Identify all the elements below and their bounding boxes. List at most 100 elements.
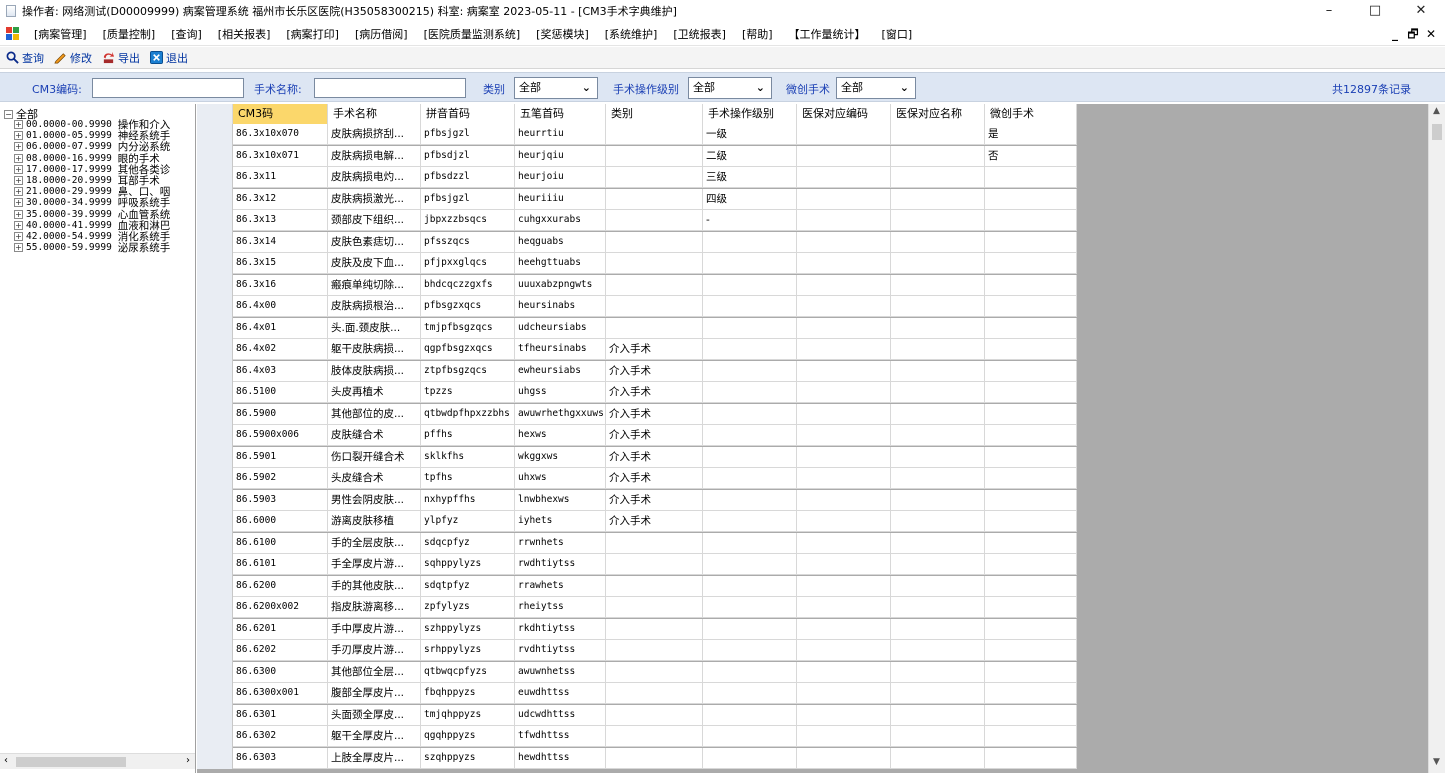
table-cell[interactable] <box>703 726 797 747</box>
table-cell[interactable] <box>606 231 703 253</box>
table-cell[interactable]: 86.6101 <box>233 554 328 575</box>
mdi-close-button[interactable]: ✕ <box>1422 22 1440 46</box>
menu-item-4[interactable]: [病案打印] <box>278 26 347 42</box>
column-header-2[interactable]: 拼音首码 <box>421 104 515 124</box>
table-cell[interactable] <box>891 661 985 683</box>
table-cell[interactable]: 86.5100 <box>233 382 328 403</box>
table-cell[interactable]: 一级 <box>703 124 797 145</box>
table-cell[interactable]: hexws <box>515 425 606 446</box>
table-cell[interactable] <box>985 382 1077 403</box>
table-cell[interactable]: 介入手术 <box>606 425 703 446</box>
table-cell[interactable]: 手中厚皮片游... <box>328 618 421 640</box>
mdi-restore-button[interactable]: 🗗 <box>1404 22 1422 46</box>
table-cell[interactable]: 86.3x15 <box>233 253 328 274</box>
table-cell[interactable]: pfbsdzzl <box>421 167 515 188</box>
table-cell[interactable] <box>797 167 891 188</box>
table-cell[interactable] <box>797 382 891 403</box>
table-cell[interactable] <box>703 575 797 597</box>
table-cell[interactable] <box>703 532 797 554</box>
table-cell[interactable]: srhppylyzs <box>421 640 515 661</box>
table-cell[interactable] <box>606 554 703 575</box>
table-cell[interactable]: rrawhets <box>515 575 606 597</box>
table-cell[interactable] <box>891 511 985 532</box>
table-cell[interactable] <box>797 231 891 253</box>
menu-item-11[interactable]: 【工作量统计】 <box>781 26 874 42</box>
table-cell[interactable]: pfsszqcs <box>421 231 515 253</box>
table-cell[interactable] <box>985 747 1077 769</box>
table-cell[interactable] <box>891 317 985 339</box>
table-cell[interactable] <box>606 317 703 339</box>
table-cell[interactable]: 上肢全厚皮片... <box>328 747 421 769</box>
table-cell[interactable] <box>797 124 891 145</box>
table-cell[interactable]: 86.6000 <box>233 511 328 532</box>
table-cell[interactable]: heqguabs <box>515 231 606 253</box>
table-cell[interactable] <box>985 360 1077 382</box>
table-cell[interactable]: 86.6200 <box>233 575 328 597</box>
table-cell[interactable] <box>606 532 703 554</box>
table-cell[interactable]: ylpfyz <box>421 511 515 532</box>
table-cell[interactable]: 86.6303 <box>233 747 328 769</box>
table-cell[interactable]: 86.3x16 <box>233 274 328 296</box>
table-cell[interactable]: 86.5902 <box>233 468 328 489</box>
minimal-select[interactable]: 全部 ⌄ <box>836 77 916 99</box>
table-cell[interactable] <box>797 188 891 210</box>
menu-item-1[interactable]: [质量控制] <box>95 26 164 42</box>
table-cell[interactable]: qtbwdpfhpxzzbhs <box>421 403 515 425</box>
table-cell[interactable] <box>703 640 797 661</box>
menu-item-6[interactable]: [医院质量监测系统] <box>416 26 529 42</box>
collapse-icon[interactable]: − <box>4 109 13 119</box>
table-cell[interactable]: bhdcqczzgxfs <box>421 274 515 296</box>
table-cell[interactable] <box>797 468 891 489</box>
table-cell[interactable]: tpfhs <box>421 468 515 489</box>
table-cell[interactable]: 介入手术 <box>606 468 703 489</box>
column-header-0[interactable]: CM3码 <box>233 104 328 124</box>
table-cell[interactable] <box>891 124 985 145</box>
table-cell[interactable]: 颈部皮下组织... <box>328 210 421 231</box>
table-cell[interactable] <box>797 360 891 382</box>
table-cell[interactable]: 其他部位的皮... <box>328 403 421 425</box>
table-cell[interactable] <box>891 167 985 188</box>
table-cell[interactable]: heurjqiu <box>515 145 606 167</box>
table-cell[interactable] <box>703 231 797 253</box>
table-cell[interactable] <box>891 425 985 446</box>
table-cell[interactable] <box>891 274 985 296</box>
table-cell[interactable]: uhxws <box>515 468 606 489</box>
tree-node[interactable]: +55.0000-59.9999 泌尿系统手 <box>14 240 170 255</box>
table-cell[interactable] <box>891 726 985 747</box>
table-cell[interactable] <box>985 274 1077 296</box>
table-cell[interactable]: rrwnhets <box>515 532 606 554</box>
table-vertical-scrollbar[interactable]: ▲ ▼ <box>1428 104 1445 773</box>
table-cell[interactable] <box>985 683 1077 704</box>
table-cell[interactable] <box>606 253 703 274</box>
table-cell[interactable]: 介入手术 <box>606 382 703 403</box>
table-cell[interactable]: 指皮肤游离移... <box>328 597 421 618</box>
table-cell[interactable]: 头.面.颈皮肤... <box>328 317 421 339</box>
table-cell[interactable]: 86.3x12 <box>233 188 328 210</box>
table-cell[interactable] <box>703 274 797 296</box>
table-cell[interactable]: rkdhtiytss <box>515 618 606 640</box>
table-cell[interactable] <box>891 468 985 489</box>
table-cell[interactable]: heuriiiu <box>515 188 606 210</box>
table-cell[interactable]: euwdhttss <box>515 683 606 704</box>
table-cell[interactable] <box>797 145 891 167</box>
table-cell[interactable]: tpzzs <box>421 382 515 403</box>
minimize-button[interactable]: – <box>1306 0 1352 22</box>
table-cell[interactable]: 介入手术 <box>606 511 703 532</box>
table-cell[interactable]: 86.6100 <box>233 532 328 554</box>
table-cell[interactable]: zpfylyzs <box>421 597 515 618</box>
table-cell[interactable]: 86.5901 <box>233 446 328 468</box>
table-cell[interactable]: 介入手术 <box>606 360 703 382</box>
table-cell[interactable] <box>985 640 1077 661</box>
table-cell[interactable]: 手的其他皮肤... <box>328 575 421 597</box>
table-cell[interactable] <box>985 188 1077 210</box>
table-cell[interactable]: tfwdhttss <box>515 726 606 747</box>
table-cell[interactable]: fbqhppyzs <box>421 683 515 704</box>
table-cell[interactable] <box>797 253 891 274</box>
table-cell[interactable]: 头皮缝合术 <box>328 468 421 489</box>
table-cell[interactable] <box>891 296 985 317</box>
mdi-window-icon[interactable] <box>6 26 20 41</box>
table-cell[interactable]: pffhs <box>421 425 515 446</box>
table-cell[interactable]: 86.4x03 <box>233 360 328 382</box>
table-cell[interactable] <box>985 704 1077 726</box>
table-cell[interactable] <box>985 403 1077 425</box>
